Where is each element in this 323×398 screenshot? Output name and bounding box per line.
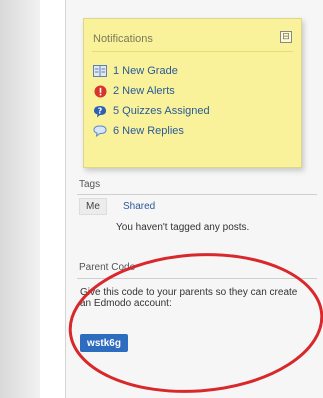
parent-code-button[interactable]: wstk6g — [80, 334, 128, 352]
notifications-divider — [92, 51, 293, 52]
alert-icon — [93, 84, 107, 98]
tags-divider — [77, 194, 317, 195]
quiz-question-icon: ? — [93, 104, 107, 118]
notification-label: 5 Quizzes Assigned — [113, 105, 210, 117]
notification-new-replies[interactable]: 6 New Replies — [93, 121, 210, 141]
tab-me[interactable]: Me — [79, 198, 107, 215]
notification-label: 1 New Grade — [113, 65, 178, 77]
notifications-widget: Notifications ⊟ 1 New Grade 2 New Alerts… — [83, 18, 302, 168]
tags-heading: Tags — [79, 179, 101, 190]
notification-new-grade[interactable]: 1 New Grade — [93, 61, 210, 81]
no-tags-message: You haven't tagged any posts. — [116, 222, 250, 233]
notifications-list: 1 New Grade 2 New Alerts ? 5 Quizzes Ass… — [93, 61, 210, 141]
reply-bubble-icon — [93, 124, 107, 138]
notification-label: 6 New Replies — [113, 125, 184, 137]
notification-new-alerts[interactable]: 2 New Alerts — [93, 81, 210, 101]
parent-code-description: Give this code to your parents so they c… — [80, 287, 298, 309]
parent-code-heading: Parent Code — [79, 262, 136, 273]
parent-code-divider — [77, 278, 317, 279]
notification-label: 2 New Alerts — [113, 85, 175, 97]
grade-book-icon — [93, 64, 107, 78]
svg-text:?: ? — [98, 106, 103, 115]
tab-shared[interactable]: Shared — [123, 201, 155, 212]
notifications-title: Notifications — [93, 33, 153, 45]
page-left-edge — [0, 0, 40, 398]
collapse-icon[interactable]: ⊟ — [280, 31, 292, 43]
notification-quizzes-assigned[interactable]: ? 5 Quizzes Assigned — [93, 101, 210, 121]
